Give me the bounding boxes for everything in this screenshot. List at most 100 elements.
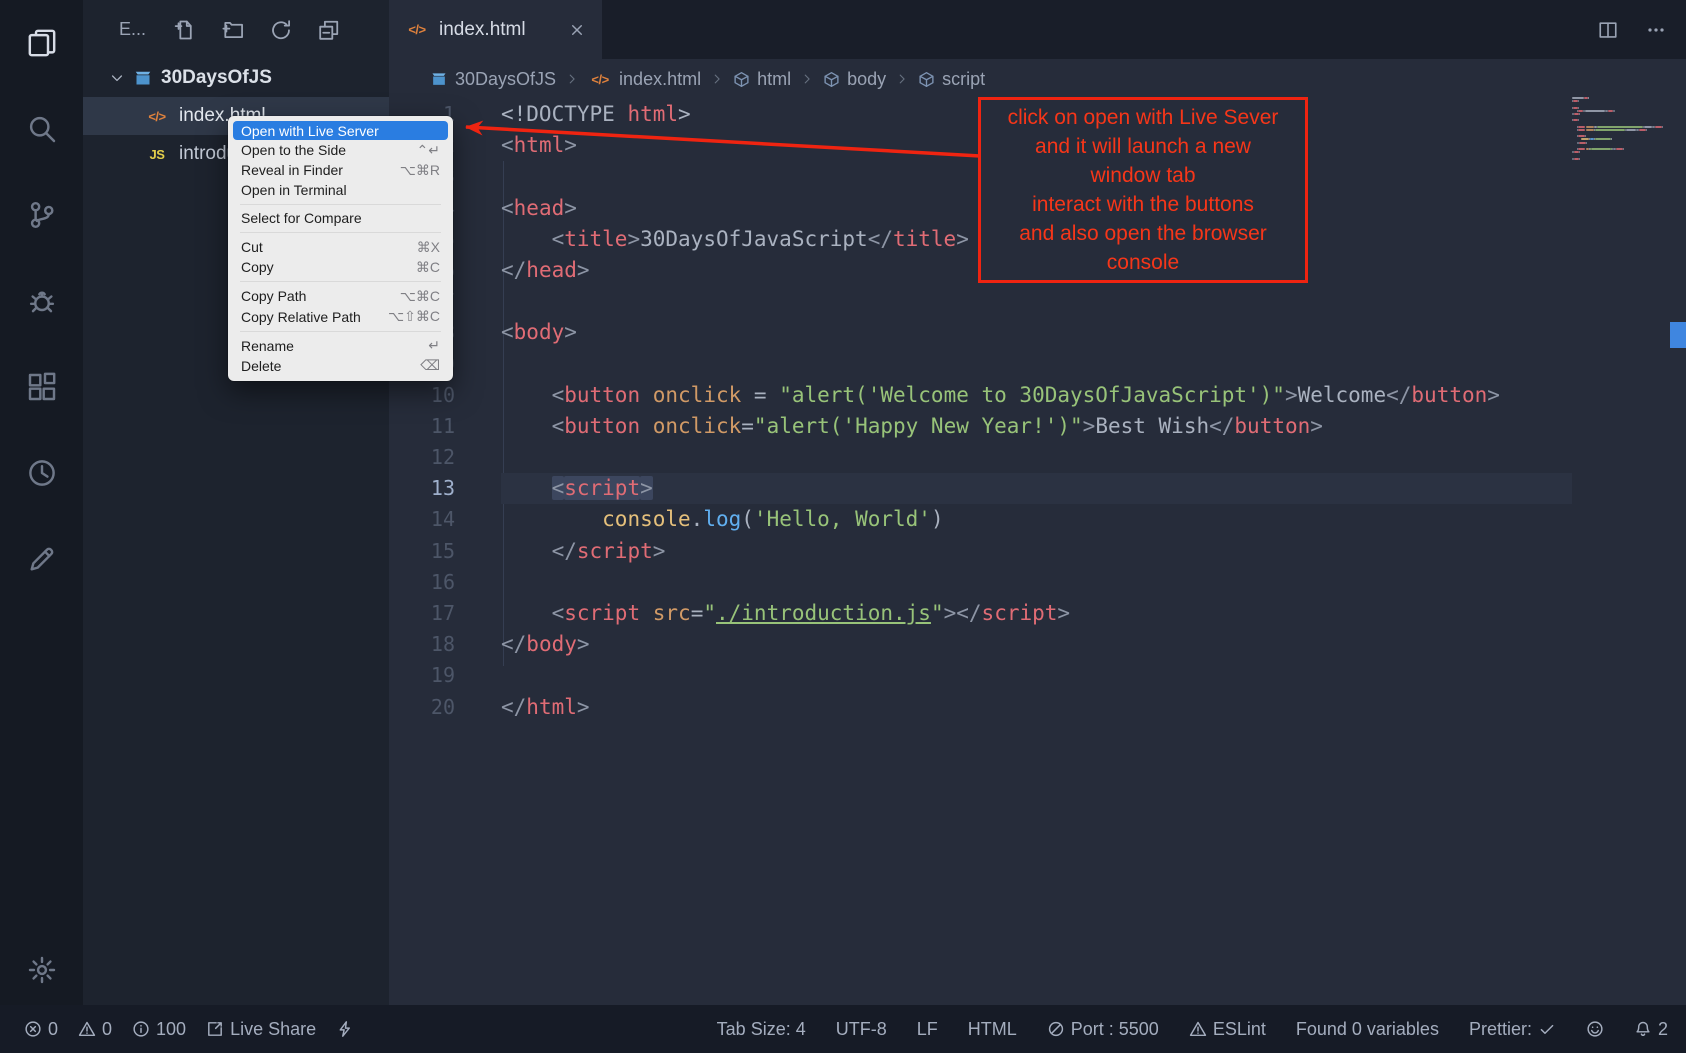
explorer-actions bbox=[174, 19, 340, 41]
menu-item-rename[interactable]: Rename↵ bbox=[228, 336, 453, 356]
close-icon[interactable] bbox=[568, 21, 586, 39]
activity-bar-top bbox=[25, 26, 59, 628]
code-line-8[interactable]: 8<body> bbox=[389, 317, 1686, 348]
breadcrumb-html[interactable]: html bbox=[733, 69, 791, 90]
menu-item-open-in-terminal[interactable]: Open in Terminal bbox=[228, 181, 453, 200]
status-found-0-variables[interactable]: Found 0 variables bbox=[1296, 1019, 1439, 1040]
menu-item-label: Open with Live Server bbox=[241, 123, 379, 139]
breadcrumb-separator-icon bbox=[710, 72, 724, 86]
collapse-all-button[interactable] bbox=[318, 19, 340, 41]
status-eslint[interactable]: ESLint bbox=[1189, 1019, 1266, 1040]
activitybar-feedback-button[interactable] bbox=[25, 542, 59, 576]
minimap-line bbox=[1572, 138, 1670, 140]
status-tab-size-4[interactable]: Tab Size: 4 bbox=[717, 1019, 806, 1040]
code-line-16[interactable]: 16 bbox=[389, 567, 1686, 598]
menu-item-copy-relative-path[interactable]: Copy Relative Path⌥⇧⌘C bbox=[228, 307, 453, 327]
code-text bbox=[455, 286, 501, 317]
port-icon bbox=[1047, 1020, 1065, 1038]
breadcrumb-index-html[interactable]: </>index.html bbox=[588, 69, 701, 90]
new-folder-button[interactable] bbox=[222, 19, 244, 41]
code-line-12[interactable]: 12 bbox=[389, 442, 1686, 473]
code-text bbox=[455, 442, 501, 473]
code-line-7[interactable]: 7 bbox=[389, 286, 1686, 317]
menu-item-delete[interactable]: Delete⌫ bbox=[228, 356, 453, 376]
refresh-button[interactable] bbox=[270, 19, 292, 41]
menu-item-label: Open to the Side bbox=[241, 142, 346, 158]
code-line-15[interactable]: 15 </script> bbox=[389, 536, 1686, 567]
status-live-share[interactable]: Live Share bbox=[206, 1019, 316, 1040]
breadcrumb-script[interactable]: script bbox=[918, 69, 985, 90]
activitybar-files-button[interactable] bbox=[25, 26, 59, 60]
menu-item-open-with-live-server[interactable]: Open with Live Server bbox=[233, 121, 448, 140]
minimap-line bbox=[1572, 110, 1670, 112]
code-line-9[interactable]: 9 bbox=[389, 349, 1686, 380]
status-0[interactable]: 0 bbox=[24, 1019, 58, 1040]
status-label: 100 bbox=[156, 1019, 186, 1040]
status-utf-8[interactable]: UTF-8 bbox=[836, 1019, 887, 1040]
status-2[interactable]: 2 bbox=[1634, 1019, 1668, 1040]
code-line-14[interactable]: 14 console.log('Hello, World') bbox=[389, 504, 1686, 535]
menu-separator bbox=[240, 232, 441, 233]
code-text: <body> bbox=[455, 317, 577, 348]
status-prettier[interactable]: Prettier: bbox=[1469, 1019, 1556, 1040]
status-bar: 00 100 Live Share Tab Size: 4 UTF-8 LF HTML Po… bbox=[0, 1005, 1686, 1053]
activity-bar-bottom bbox=[25, 953, 59, 1005]
status-bolt-indicator[interactable] bbox=[336, 1020, 354, 1038]
code-text: console.log('Hello, World') bbox=[455, 504, 944, 535]
search-icon bbox=[27, 114, 57, 144]
breadcrumb-body[interactable]: body bbox=[823, 69, 886, 90]
code-line-17[interactable]: 17 <script src="./introduction.js"></scr… bbox=[389, 598, 1686, 629]
js-file-icon: JS bbox=[145, 147, 169, 162]
breadcrumb-30daysofjs[interactable]: 30DaysOfJS bbox=[430, 69, 556, 90]
menu-item-label: Copy bbox=[241, 259, 274, 275]
activitybar-extensions-button[interactable] bbox=[25, 370, 59, 404]
code-text bbox=[455, 660, 501, 691]
status-port-5500[interactable]: Port : 5500 bbox=[1047, 1019, 1159, 1040]
code-text: <button onclick="alert('Happy New Year!'… bbox=[455, 411, 1323, 442]
activitybar-search-button[interactable] bbox=[25, 112, 59, 146]
code-text bbox=[455, 349, 501, 380]
code-line-19[interactable]: 19 bbox=[389, 660, 1686, 691]
menu-item-shortcut: ⌥⌘C bbox=[400, 288, 440, 305]
code-text bbox=[455, 161, 501, 192]
folder-row-30daysofjs[interactable]: 30DaysOfJS bbox=[83, 59, 389, 97]
line-number: 11 bbox=[389, 411, 455, 442]
menu-item-copy-path[interactable]: Copy Path⌥⌘C bbox=[228, 286, 453, 306]
annotation-line: console bbox=[985, 248, 1301, 277]
activitybar-debug-button[interactable] bbox=[25, 284, 59, 318]
status-0[interactable]: 0 bbox=[78, 1019, 112, 1040]
status-lf[interactable]: LF bbox=[917, 1019, 938, 1040]
code-line-11[interactable]: 11 <button onclick="alert('Happy New Yea… bbox=[389, 411, 1686, 442]
activitybar-source-control-button[interactable] bbox=[25, 198, 59, 232]
menu-item-select-for-compare[interactable]: Select for Compare bbox=[228, 209, 453, 228]
code-line-20[interactable]: 20</html> bbox=[389, 692, 1686, 723]
line-number: 17 bbox=[389, 598, 455, 629]
menu-separator bbox=[240, 204, 441, 205]
line-number: 19 bbox=[389, 660, 455, 691]
menu-item-reveal-in-finder[interactable]: Reveal in Finder⌥⌘R bbox=[228, 160, 453, 180]
annotation-line: window tab bbox=[985, 161, 1301, 190]
code-line-10[interactable]: 10 <button onclick = "alert('Welcome to … bbox=[389, 380, 1686, 411]
activitybar-history-button[interactable] bbox=[25, 456, 59, 490]
code-line-18[interactable]: 18</body> bbox=[389, 629, 1686, 660]
more-actions-icon[interactable] bbox=[1646, 20, 1666, 40]
minimap[interactable] bbox=[1572, 97, 1670, 161]
activitybar-settings-button[interactable] bbox=[25, 953, 59, 987]
smiley-icon bbox=[1586, 1020, 1604, 1038]
status-label: 0 bbox=[48, 1019, 58, 1040]
minimap-line bbox=[1572, 132, 1670, 134]
menu-item-cut[interactable]: Cut⌘X bbox=[228, 237, 453, 257]
breadcrumb-label: index.html bbox=[619, 69, 701, 90]
tab-index-html[interactable]: </> index.html bbox=[389, 0, 602, 59]
split-editor-icon[interactable] bbox=[1598, 20, 1618, 40]
code-line-13[interactable]: 13 <script> bbox=[389, 473, 1686, 504]
new-file-button[interactable] bbox=[174, 19, 196, 41]
status-smiley-indicator[interactable] bbox=[1586, 1020, 1604, 1038]
menu-item-open-to-the-side[interactable]: Open to the Side⌃↵ bbox=[228, 140, 453, 160]
menu-item-copy[interactable]: Copy⌘C bbox=[228, 257, 453, 277]
status-html[interactable]: HTML bbox=[968, 1019, 1017, 1040]
status-100[interactable]: 100 bbox=[132, 1019, 186, 1040]
annotation-line: interact with the buttons bbox=[985, 190, 1301, 219]
minimap-line bbox=[1572, 119, 1670, 121]
code-text: </script> bbox=[455, 536, 665, 567]
